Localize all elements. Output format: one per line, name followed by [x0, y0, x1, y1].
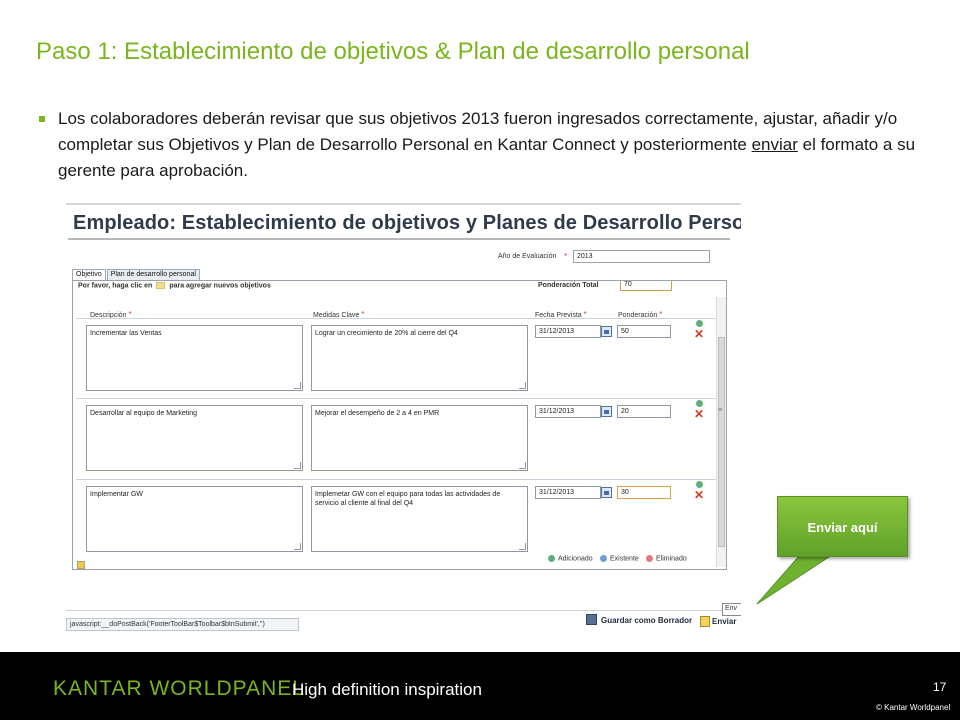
delete-row-icon[interactable]: ✕: [694, 408, 704, 420]
send-here-callout: Enviar aquí: [777, 496, 908, 557]
delete-row-icon[interactable]: ✕: [694, 489, 704, 501]
send-button[interactable]: Enviar: [712, 617, 736, 626]
resize-grip-icon[interactable]: [294, 543, 301, 550]
row-1-description-text: Incrementar las Ventas: [90, 330, 162, 337]
top-rule: [66, 203, 741, 205]
slide: Paso 1: Establecimiento de objetivos & P…: [0, 0, 960, 720]
calendar-icon[interactable]: [601, 406, 612, 417]
row-2-date[interactable]: 31/12/2013: [535, 405, 601, 418]
app-title: Empleado: Establecimiento de objetivos y…: [73, 212, 741, 234]
row-2-weight[interactable]: 20: [617, 405, 671, 418]
row-1-measures-text: Lograr un crecimiento de 20% al cierre d…: [315, 330, 458, 337]
add-hint: Por favor, haga clic en para agregar nuev…: [78, 282, 271, 289]
bullet-link-enviar: enviar: [751, 135, 798, 154]
added-status-icon: [696, 400, 703, 407]
add-row-icon[interactable]: [77, 561, 85, 569]
row-2-description-text: Desarrollar al equipo de Marketing: [90, 410, 197, 417]
row-3-description[interactable]: Implementar GW: [86, 486, 303, 552]
year-required-mark: *: [564, 252, 568, 261]
row-3-date[interactable]: 31/12/2013: [535, 486, 601, 499]
resize-grip-icon[interactable]: [294, 462, 301, 469]
resize-grip-icon[interactable]: [519, 382, 526, 389]
calendar-icon[interactable]: [601, 326, 612, 337]
slide-title: Paso 1: Establecimiento de objetivos & P…: [36, 38, 750, 65]
row-divider: [76, 479, 716, 480]
form-scrollbar[interactable]: ≡: [716, 297, 726, 567]
send-tooltip: Env: [722, 603, 741, 616]
row-divider: [76, 318, 716, 319]
legend-existing-dot: [600, 555, 607, 562]
legend-existing-label: Existente: [610, 555, 639, 563]
row-1-date[interactable]: 31/12/2013: [535, 325, 601, 338]
toolbar-divider: [66, 610, 741, 611]
resize-grip-icon[interactable]: [519, 543, 526, 550]
objectives-form: Por favor, haga clic en para agregar nuev…: [72, 280, 727, 570]
legend-added: Adicionado: [548, 555, 593, 562]
total-weight-label: Ponderación Total: [538, 282, 599, 289]
year-label: Año de Evaluación: [498, 253, 557, 260]
row-2-measures[interactable]: Mejorar el desempeño de 2 a 4 en PMR: [311, 405, 528, 471]
send-icon[interactable]: [700, 616, 710, 627]
scrollbar-grip-icon: ≡: [718, 407, 723, 414]
bullet-text: Los colaboradores deberán revisar que su…: [58, 106, 918, 184]
row-2-measures-text: Mejorar el desempeño de 2 a 4 en PMR: [315, 410, 440, 417]
total-weight-field: 70: [620, 281, 672, 291]
legend-deleted-dot: [646, 555, 653, 562]
row-3-description-text: Implementar GW: [90, 491, 143, 498]
legend-added-dot: [548, 555, 555, 562]
row-3-measures-text: Implemetar GW con el equipo para todas l…: [315, 491, 501, 507]
row-1-measures[interactable]: Lograr un crecimiento de 20% al cierre d…: [311, 325, 528, 391]
scrollbar-thumb[interactable]: [718, 337, 725, 547]
browser-status-bar: javascript:__doPostBack('FooterToolBar$T…: [66, 618, 299, 631]
year-input[interactable]: 2013: [573, 250, 710, 263]
resize-grip-icon[interactable]: [294, 382, 301, 389]
hint-text-end: para agregar nuevos objetivos: [169, 282, 271, 290]
brand-logo: KANTAR WORLDPANEL: [53, 677, 305, 700]
row-3-measures[interactable]: Implemetar GW con el equipo para todas l…: [311, 486, 528, 552]
row-1-description[interactable]: Incrementar las Ventas: [86, 325, 303, 391]
row-2-description[interactable]: Desarrollar al equipo de Marketing: [86, 405, 303, 471]
legend-added-label: Adicionado: [558, 555, 593, 563]
delete-row-icon[interactable]: ✕: [694, 328, 704, 340]
row-3-weight[interactable]: 30: [617, 486, 671, 499]
title-rule: [68, 238, 730, 240]
legend-deleted: Eliminado: [646, 555, 687, 562]
tagline: High definition inspiration: [292, 680, 482, 699]
copyright: © Kantar Worldpanel: [876, 703, 951, 712]
hint-text-start: Por favor, haga clic en: [78, 282, 153, 290]
legend-deleted-label: Eliminado: [656, 555, 687, 563]
bullet-marker: [39, 116, 45, 122]
save-draft-icon[interactable]: [586, 614, 597, 625]
added-status-icon: [696, 481, 703, 488]
row-divider: [76, 398, 716, 399]
calendar-icon[interactable]: [601, 487, 612, 498]
row-1-weight[interactable]: 50: [617, 325, 671, 338]
added-status-icon: [696, 320, 703, 327]
app-screenshot: Empleado: Establecimiento de objetivos y…: [66, 203, 741, 637]
save-draft-button[interactable]: Guardar como Borrador: [601, 616, 692, 625]
legend-existing: Existente: [600, 555, 639, 562]
resize-grip-icon[interactable]: [519, 462, 526, 469]
page-number: 17: [933, 680, 947, 694]
add-objective-icon[interactable]: [156, 282, 166, 289]
